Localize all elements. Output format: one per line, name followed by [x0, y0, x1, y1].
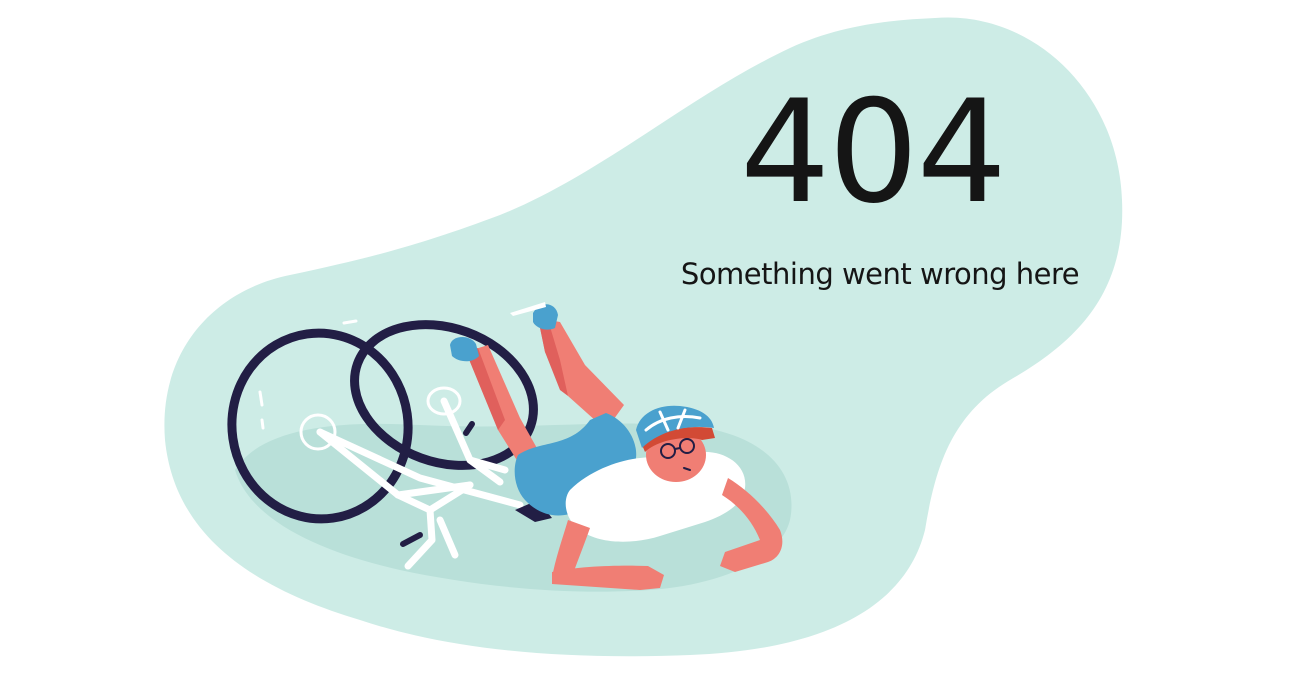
error-page: 404 Something went wrong here [0, 0, 1300, 676]
error-message: Something went wrong here [680, 257, 1080, 291]
illustration [164, 17, 1123, 657]
error-code: 404 [740, 70, 1007, 235]
